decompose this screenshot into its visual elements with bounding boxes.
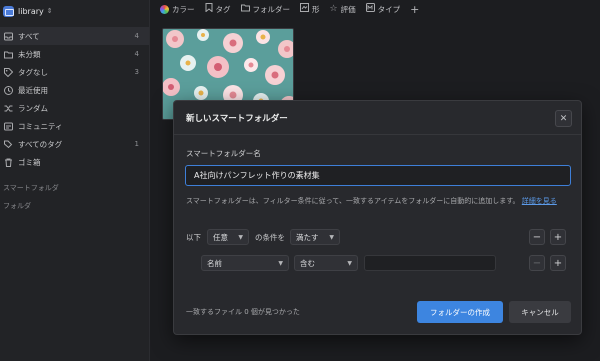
filter-folder[interactable]: フォルダー bbox=[240, 3, 291, 15]
match-action-select[interactable]: 満たす ▼ bbox=[290, 229, 340, 245]
dialog-header: 新しいスマートフォルダー ✕ bbox=[174, 101, 581, 135]
filter-color[interactable]: カラー bbox=[160, 4, 195, 15]
cancel-button[interactable]: キャンセル bbox=[509, 301, 571, 323]
star-icon: ☆ bbox=[329, 4, 338, 14]
filter-type[interactable]: タイプ bbox=[365, 3, 401, 15]
match-action-value: 満たす bbox=[296, 232, 319, 242]
filter-color-label: カラー bbox=[172, 4, 195, 14]
sidebar-item-label: すべて bbox=[18, 31, 40, 41]
dialog-title: 新しいスマートフォルダー bbox=[186, 113, 288, 124]
sidebar-item-label: タグなし bbox=[18, 67, 48, 77]
close-button[interactable]: ✕ bbox=[555, 110, 572, 127]
sidebar-item-count: 3 bbox=[134, 68, 139, 76]
match-result-text: 一致するファイル 0 個が見つかった bbox=[186, 308, 300, 316]
plus-icon: + bbox=[553, 257, 563, 269]
library-icon bbox=[3, 5, 14, 17]
sidebar-item-label: すべてのタグ bbox=[18, 139, 63, 149]
condition-middle: の条件を bbox=[255, 232, 285, 242]
sidebar-item-untagged[interactable]: タグなし 3 bbox=[0, 63, 149, 81]
rule-operator-select[interactable]: 含む ▼ bbox=[294, 255, 358, 271]
add-filter-button[interactable]: + bbox=[410, 3, 419, 16]
match-condition-row: 以下 任意 ▼ の条件を 満たす ▼ bbox=[186, 229, 340, 245]
minus-icon: − bbox=[532, 257, 542, 269]
folder-name-input[interactable] bbox=[185, 165, 571, 186]
sidebar-item-community[interactable]: コミュニティ bbox=[0, 117, 149, 135]
tags-icon bbox=[3, 139, 13, 149]
details-link[interactable]: 詳細を見る bbox=[522, 197, 557, 205]
match-mode-value: 任意 bbox=[213, 232, 228, 242]
community-icon bbox=[3, 121, 13, 131]
match-mode-select[interactable]: 任意 ▼ bbox=[207, 229, 249, 245]
sidebar-item-trash[interactable]: ゴミ箱 bbox=[0, 153, 149, 171]
add-group-button[interactable]: + bbox=[550, 229, 566, 245]
color-wheel-icon bbox=[160, 4, 169, 14]
filter-tag[interactable]: タグ bbox=[205, 3, 231, 15]
description-text: スマートフォルダーは、フィルター条件に従って、一致するアイテムをフォルダーに自動… bbox=[186, 197, 520, 205]
library-switcher[interactable]: library ⇕ bbox=[0, 1, 149, 21]
chevron-updown-icon: ⇕ bbox=[46, 7, 53, 15]
create-folder-button[interactable]: フォルダーの作成 bbox=[417, 301, 503, 323]
file-type-icon bbox=[365, 3, 375, 15]
caret-down-icon: ▼ bbox=[329, 233, 334, 241]
inbox-icon bbox=[3, 31, 13, 41]
add-rule-button[interactable]: + bbox=[550, 255, 566, 271]
sidebar-item-all-tags[interactable]: すべてのタグ 1 bbox=[0, 135, 149, 153]
sidebar: library ⇕ すべて 4 未分類 4 タグなし 3 最近使用 ランダム コ… bbox=[0, 0, 150, 361]
caret-down-icon: ▼ bbox=[238, 233, 243, 241]
folder-icon bbox=[3, 49, 13, 59]
close-icon: ✕ bbox=[559, 113, 568, 124]
remove-rule-button[interactable]: − bbox=[529, 255, 545, 271]
filter-rating[interactable]: ☆ 評価 bbox=[330, 4, 356, 15]
sidebar-item-label: 最近使用 bbox=[18, 85, 48, 95]
sidebar-item-label: 未分類 bbox=[18, 49, 41, 59]
sidebar-item-uncategorized[interactable]: 未分類 4 bbox=[0, 45, 149, 63]
library-title: library bbox=[18, 6, 44, 16]
dialog-description: スマートフォルダーは、フィルター条件に従って、一致するアイテムをフォルダーに自動… bbox=[186, 196, 557, 206]
rule-value-input[interactable] bbox=[364, 255, 496, 271]
rule-row: 名前 ▼ 含む ▼ bbox=[201, 255, 496, 271]
filter-rating-label: 評価 bbox=[340, 4, 356, 14]
filter-toolbar: カラー タグ フォルダー 形 ☆ 評価 タイプ + bbox=[160, 0, 429, 18]
condition-prefix: 以下 bbox=[186, 232, 201, 242]
sidebar-item-label: コミュニティ bbox=[18, 121, 63, 131]
caret-down-icon: ▼ bbox=[347, 259, 352, 267]
sidebar-item-count: 4 bbox=[134, 32, 139, 40]
plus-icon: + bbox=[553, 231, 563, 243]
filter-shape[interactable]: 形 bbox=[300, 3, 320, 15]
clock-icon bbox=[3, 85, 13, 95]
sidebar-item-count: 4 bbox=[134, 50, 139, 58]
filter-type-label: タイプ bbox=[377, 4, 401, 14]
section-folders[interactable]: フォルダ bbox=[0, 197, 149, 215]
sidebar-item-all[interactable]: すべて 4 bbox=[0, 27, 149, 45]
folder-name-label: スマートフォルダー名 bbox=[186, 149, 261, 158]
filter-tag-label: タグ bbox=[215, 4, 231, 14]
section-smart-folders[interactable]: スマートフォルダ bbox=[0, 179, 149, 197]
rule-field-select[interactable]: 名前 ▼ bbox=[201, 255, 289, 271]
sidebar-item-count: 1 bbox=[134, 140, 139, 148]
bookmark-icon bbox=[205, 3, 213, 15]
sidebar-item-label: ランダム bbox=[18, 103, 48, 113]
sidebar-item-recent[interactable]: 最近使用 bbox=[0, 81, 149, 99]
plus-icon: + bbox=[410, 2, 420, 16]
rule-field-value: 名前 bbox=[207, 258, 222, 268]
shape-icon bbox=[300, 3, 309, 15]
filter-shape-label: 形 bbox=[312, 4, 320, 14]
sidebar-item-label: ゴミ箱 bbox=[18, 157, 41, 167]
sidebar-nav: すべて 4 未分類 4 タグなし 3 最近使用 ランダム コミュニティ すべての… bbox=[0, 27, 149, 171]
sidebar-item-random[interactable]: ランダム bbox=[0, 99, 149, 117]
rule-operator-value: 含む bbox=[300, 258, 315, 268]
smart-folder-dialog: 新しいスマートフォルダー ✕ スマートフォルダー名 スマートフォルダーは、フィル… bbox=[173, 100, 582, 335]
caret-down-icon: ▼ bbox=[278, 259, 283, 267]
trash-icon bbox=[3, 157, 13, 167]
tag-icon bbox=[3, 67, 13, 77]
folder-icon bbox=[240, 3, 250, 15]
filter-folder-label: フォルダー bbox=[252, 4, 291, 14]
minus-icon: − bbox=[532, 231, 542, 243]
remove-group-button[interactable]: − bbox=[529, 229, 545, 245]
shuffle-icon bbox=[3, 103, 13, 113]
